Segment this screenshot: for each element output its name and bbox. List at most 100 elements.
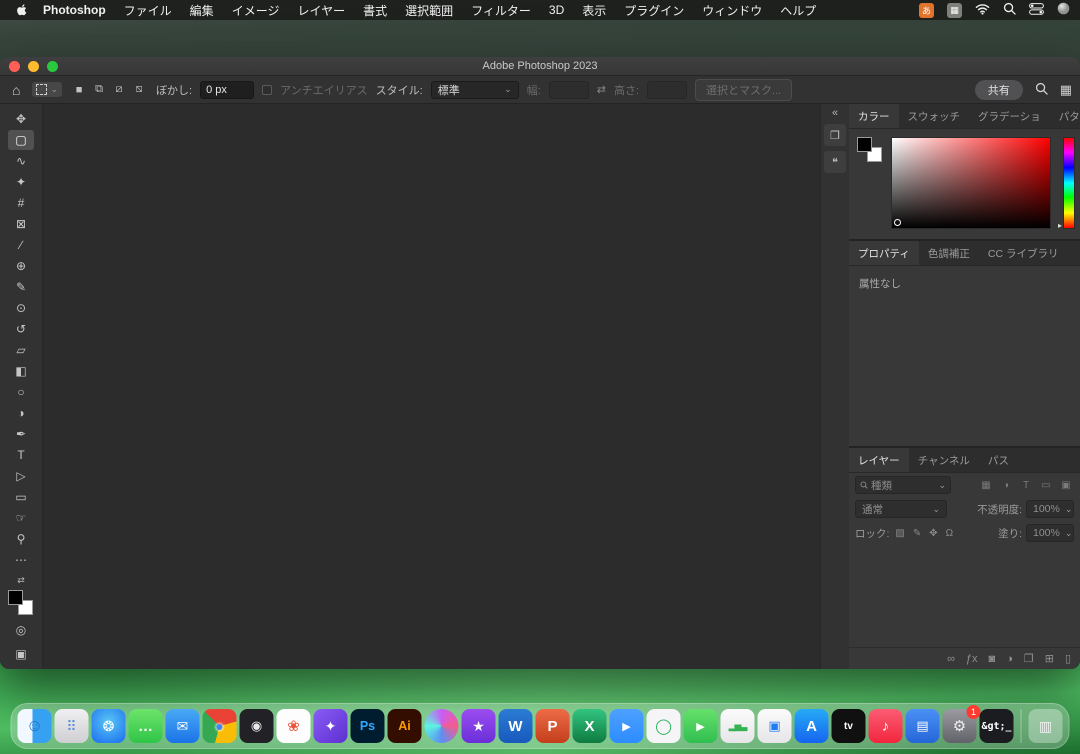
style-select[interactable]: 標準 ⌄ <box>431 81 519 99</box>
zoom-button[interactable] <box>47 61 58 72</box>
lasso-tool[interactable]: ∿ <box>8 151 34 171</box>
tab-properties[interactable]: プロパティ <box>849 241 919 265</box>
libraries-panel-icon[interactable]: ❒ <box>824 124 846 146</box>
minimize-button[interactable] <box>28 61 39 72</box>
comments-panel-icon[interactable]: ❝ <box>824 151 846 173</box>
fill-input[interactable]: 100% ⌄ <box>1026 524 1074 542</box>
panel-color-swatches[interactable] <box>857 137 883 163</box>
layer-effects-icon[interactable]: ƒx <box>966 653 978 665</box>
tool-preset-picker[interactable]: ⌄ <box>32 82 62 97</box>
dock-apple-tv[interactable]: tv <box>832 709 866 743</box>
lock-position-icon[interactable]: ✥ <box>927 528 939 539</box>
layer-group-icon[interactable]: ❐ <box>1024 652 1034 665</box>
brush-tool[interactable]: ✎ <box>8 277 34 297</box>
menu-filter[interactable]: フィルター <box>462 2 540 19</box>
object-selection-tool[interactable]: ✦ <box>8 172 34 192</box>
menu-photoshop[interactable]: Photoshop <box>34 3 115 17</box>
color-picker-dot[interactable] <box>894 219 901 226</box>
workspace-switcher-icon[interactable]: ▦ <box>1060 82 1072 98</box>
menu-layer[interactable]: レイヤー <box>288 2 354 19</box>
quick-mask-button[interactable]: ◎ <box>8 620 34 640</box>
screen-mode-button[interactable]: ▣ <box>8 644 34 664</box>
tab-channels[interactable]: チャンネル <box>909 448 979 472</box>
height-input[interactable] <box>647 81 687 99</box>
move-tool[interactable]: ✥ <box>8 109 34 129</box>
feather-input[interactable]: 0 px <box>200 81 254 99</box>
dock-launchpad[interactable]: ⠿ <box>55 709 89 743</box>
clone-stamp-tool[interactable]: ⊙ <box>8 298 34 318</box>
dock-safari[interactable]: ❂ <box>92 709 126 743</box>
dock-app-store[interactable]: A <box>795 709 829 743</box>
dock-excel[interactable]: X <box>573 709 607 743</box>
dodge-tool[interactable]: ◑ <box>8 403 34 423</box>
tab-patterns[interactable]: パターン <box>1050 104 1080 128</box>
menu-window[interactable]: ウィンドウ <box>693 2 771 19</box>
antialias-checkbox[interactable] <box>262 85 272 95</box>
menu-3d[interactable]: 3D <box>540 3 573 17</box>
dock-music[interactable]: ♪ <box>869 709 903 743</box>
menu-type[interactable]: 書式 <box>354 2 396 19</box>
pen-tool[interactable]: ✒ <box>8 424 34 444</box>
dock-messages[interactable]: … <box>129 709 163 743</box>
lock-all-icon[interactable]: Ω <box>944 528 955 539</box>
layer-filter-select[interactable]: 種類 ⌄ <box>855 476 951 494</box>
dock-chrome[interactable]: ● <box>203 709 237 743</box>
filter-pixel-layers-icon[interactable]: ▦ <box>978 477 994 493</box>
search-icon[interactable] <box>1035 82 1048 98</box>
history-brush-tool[interactable]: ↺ <box>8 319 34 339</box>
frame-tool[interactable]: ⊠ <box>8 214 34 234</box>
tab-color[interactable]: カラー <box>849 104 899 128</box>
share-button[interactable]: 共有 <box>975 80 1023 100</box>
blend-mode-select[interactable]: 通常 ⌄ <box>855 500 947 518</box>
foreground-color-swatch[interactable] <box>8 590 23 605</box>
dock-finder[interactable]: ☺ <box>18 709 52 743</box>
dock-keynote[interactable]: ▣ <box>758 709 792 743</box>
hand-tool[interactable]: ☞ <box>8 508 34 528</box>
intersect-selection-button[interactable]: ⧅ <box>130 81 148 99</box>
eraser-tool[interactable]: ▱ <box>8 340 34 360</box>
dock-numbers[interactable]: ▂▅▃ <box>721 709 755 743</box>
filter-smart-objects-icon[interactable]: ▣ <box>1058 477 1074 493</box>
control-center-icon[interactable] <box>1029 3 1044 18</box>
dock-word[interactable]: W <box>499 709 533 743</box>
layer-mask-icon[interactable]: ◙ <box>989 653 996 665</box>
new-selection-button[interactable]: ■ <box>70 81 88 99</box>
apple-menu[interactable] <box>10 3 34 17</box>
wifi-icon[interactable] <box>975 3 990 18</box>
siri-icon[interactable] <box>1057 2 1070 18</box>
tab-paths[interactable]: パス <box>979 448 1018 472</box>
lock-image-pixels-icon[interactable]: ✎ <box>911 528 923 539</box>
window-title-bar[interactable]: Adobe Photoshop 2023 <box>0 57 1080 76</box>
dock-photos[interactable]: ❀ <box>277 709 311 743</box>
search-icon[interactable] <box>1003 2 1016 18</box>
dock-powerpoint[interactable]: P <box>536 709 570 743</box>
rectangle-tool[interactable]: ▭ <box>8 487 34 507</box>
dock-books[interactable]: ▤ <box>906 709 940 743</box>
subtract-from-selection-button[interactable]: ⧄ <box>110 81 128 99</box>
edit-toolbar-button[interactable]: ⋯ <box>8 550 34 570</box>
close-button[interactable] <box>9 61 20 72</box>
width-input[interactable] <box>549 81 589 99</box>
dock-photo-booth[interactable]: ◉ <box>240 709 274 743</box>
menu-select[interactable]: 選択範囲 <box>396 2 462 19</box>
expand-panels-chevron-icon[interactable]: « <box>832 107 838 119</box>
status-grid-icon[interactable]: ▦ <box>947 3 962 18</box>
menu-file[interactable]: ファイル <box>115 2 181 19</box>
menu-view[interactable]: 表示 <box>573 2 615 19</box>
filter-type-layers-icon[interactable]: T <box>1018 477 1034 493</box>
dock-pixelmator[interactable]: ✦ <box>314 709 348 743</box>
type-tool[interactable]: T <box>8 445 34 465</box>
tab-layers[interactable]: レイヤー <box>849 448 909 472</box>
dock-zoom[interactable]: ▶ <box>610 709 644 743</box>
dock-illustrator[interactable]: Ai <box>388 709 422 743</box>
input-source-badge[interactable]: あ <box>919 3 934 18</box>
link-layers-icon[interactable]: ∞ <box>947 653 955 665</box>
add-to-selection-button[interactable]: ⧉ <box>90 81 108 99</box>
dock-final-cut-pro[interactable] <box>425 709 459 743</box>
color-swatches[interactable] <box>8 590 34 616</box>
lock-transparent-pixels-icon[interactable]: ▨ <box>893 528 906 539</box>
dock-photoshop[interactable]: Ps <box>351 709 385 743</box>
foreground-color-swatch[interactable] <box>857 137 872 152</box>
canvas-area[interactable] <box>42 104 821 669</box>
tab-adjustments[interactable]: 色調補正 <box>919 241 979 265</box>
